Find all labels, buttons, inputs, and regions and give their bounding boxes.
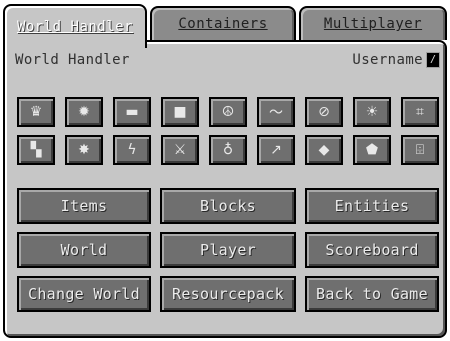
- gem-icon[interactable]: ⬟: [353, 135, 391, 165]
- flask-icon[interactable]: ♁: [209, 135, 247, 165]
- wave-icon[interactable]: 〜: [257, 97, 295, 127]
- corner-icon[interactable]: ▚: [17, 135, 55, 165]
- entities-button[interactable]: Entities: [305, 188, 439, 224]
- blocks-button[interactable]: Blocks: [160, 188, 296, 224]
- change-world-button[interactable]: Change World: [17, 276, 151, 312]
- username-field[interactable]: /: [426, 52, 440, 68]
- resourcepack-button[interactable]: Resourcepack: [160, 276, 296, 312]
- panel-title: World Handler: [15, 52, 130, 68]
- action-button-grid: Items Blocks Entities World Player Score…: [17, 188, 439, 312]
- items-button[interactable]: Items: [17, 188, 151, 224]
- crown-icon[interactable]: ♛: [17, 97, 55, 127]
- tab-world-handler[interactable]: World Handler: [3, 4, 147, 48]
- tab-containers[interactable]: Containers: [150, 6, 296, 40]
- no-entry-icon[interactable]: ⊘: [305, 97, 343, 127]
- bug-icon[interactable]: ☀: [353, 97, 391, 127]
- bar-icon[interactable]: ▬: [113, 97, 151, 127]
- back-to-game-button[interactable]: Back to Game: [305, 276, 439, 312]
- sword-icon[interactable]: ⚔: [161, 135, 199, 165]
- peace-icon[interactable]: ☮: [209, 97, 247, 127]
- lightning-icon[interactable]: ϟ: [113, 135, 151, 165]
- tv-icon[interactable]: ⌹: [401, 135, 439, 165]
- world-handler-panel: World Handler Username / ♛ ✹ ▬ ■ ☮ 〜 ⊘ ☀…: [3, 40, 447, 338]
- arrow-icon[interactable]: ↗: [257, 135, 295, 165]
- player-button[interactable]: Player: [160, 232, 296, 268]
- splat-icon[interactable]: ✸: [65, 135, 103, 165]
- world-button[interactable]: World: [17, 232, 151, 268]
- hash-icon[interactable]: ⌗: [401, 97, 439, 127]
- square-icon[interactable]: ■: [161, 97, 199, 127]
- tab-multiplayer[interactable]: Multiplayer: [299, 6, 447, 40]
- icon-button-grid: ♛ ✹ ▬ ■ ☮ 〜 ⊘ ☀ ⌗ ▚ ✸ ϟ ⚔ ♁ ↗ ◆ ⬟ ⌹: [17, 97, 439, 165]
- username-label: Username: [352, 52, 423, 68]
- diamond-icon[interactable]: ◆: [305, 135, 343, 165]
- scoreboard-button[interactable]: Scoreboard: [305, 232, 439, 268]
- sun-icon[interactable]: ✹: [65, 97, 103, 127]
